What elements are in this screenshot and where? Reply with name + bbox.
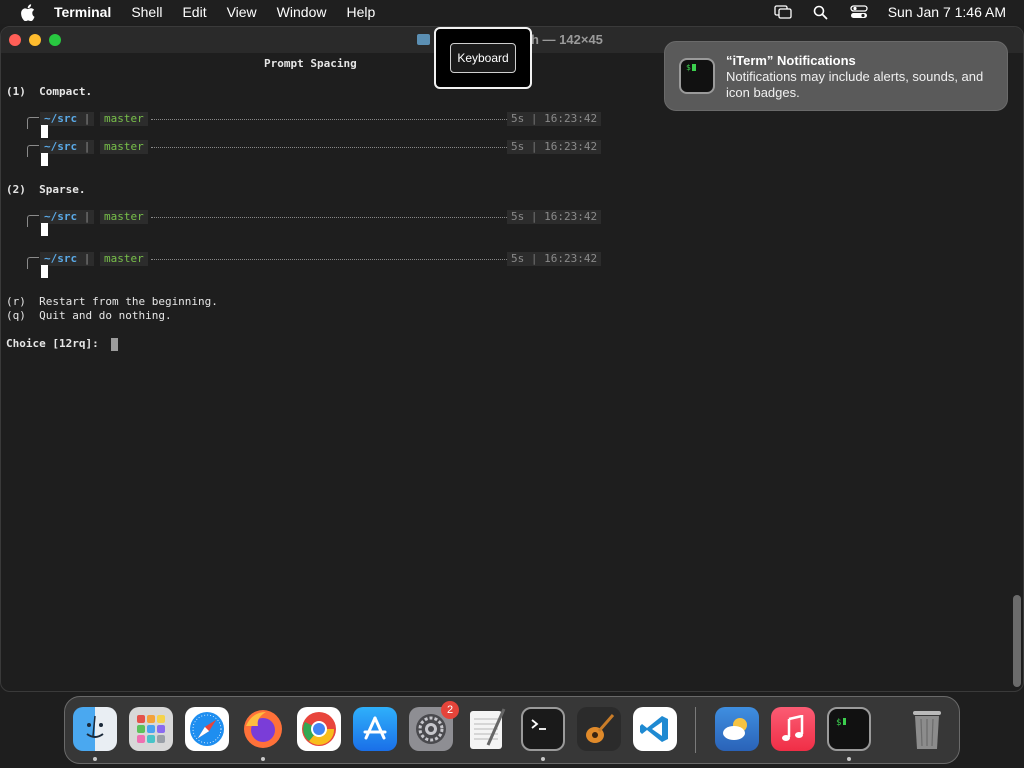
prompt-branch: master (100, 210, 148, 224)
firefox-icon[interactable] (241, 707, 285, 751)
running-indicator (93, 757, 97, 761)
prompt-preview: ~/src | master 5s | 16:23:42 (27, 112, 613, 129)
menu-shell[interactable]: Shell (121, 0, 172, 24)
garageband-icon[interactable] (577, 707, 621, 751)
prompt-time: 5s | 16:23:42 (507, 140, 602, 154)
prompt-dir: ~/src | (40, 210, 95, 224)
spotlight-search-icon[interactable] (812, 3, 830, 21)
menu-app-terminal[interactable]: Terminal (52, 0, 121, 24)
running-indicator (541, 757, 545, 761)
svg-text:$: $ (836, 718, 841, 728)
prompt-dir: ~/src | (40, 252, 95, 266)
iterm-icon[interactable]: $ (827, 707, 871, 751)
notification-badge: 2 (441, 701, 459, 719)
notification-title: “iTerm” Notifications (726, 53, 856, 68)
finder-icon[interactable] (73, 707, 117, 751)
menu-help[interactable]: Help (336, 0, 385, 24)
prompt-filler (151, 119, 527, 120)
prompt-cursor (41, 223, 48, 236)
prompt-time: 5s | 16:23:42 (507, 112, 602, 126)
menu-edit[interactable]: Edit (172, 0, 216, 24)
prompt-branch: master (100, 252, 148, 266)
window-title: h — 142×45 (531, 32, 603, 47)
dock: 2 $ (64, 696, 960, 764)
control-center-icon[interactable] (850, 3, 868, 21)
zoom-window-button[interactable] (49, 34, 61, 46)
iterm-app-icon: $ (679, 58, 715, 94)
music-icon[interactable] (771, 707, 815, 751)
prompt-cursor (41, 153, 48, 166)
prompt-filler (151, 217, 527, 218)
prompt-time: 5s | 16:23:42 (507, 210, 602, 224)
textedit-icon[interactable] (465, 707, 509, 751)
menu-view[interactable]: View (217, 0, 267, 24)
prompt-dir: ~/src | (40, 112, 95, 126)
app-store-icon[interactable] (353, 707, 397, 751)
terminal-window: h — 142×45 Prompt Spacing (1) Compact. ~… (0, 26, 1024, 692)
minimize-window-button[interactable] (29, 34, 41, 46)
input-cursor (111, 338, 118, 351)
running-indicator (847, 757, 851, 761)
prompt-cursor (41, 265, 48, 278)
trash-icon[interactable] (905, 707, 949, 751)
prompt-preview: ~/src | master 5s | 16:23:42 (27, 210, 613, 227)
choice-prompt: Choice [12rq]: (6, 337, 106, 350)
prompt-branch: master (100, 140, 148, 154)
scrollbar-thumb[interactable] (1013, 595, 1021, 687)
system-settings-icon[interactable]: 2 (409, 701, 459, 751)
keyboard-tooltip: Keyboard (434, 27, 532, 89)
menu-window[interactable]: Window (267, 0, 337, 24)
safari-icon[interactable] (185, 707, 229, 751)
prompt-preview: ~/src | master 5s | 16:23:42 (27, 252, 613, 269)
close-window-button[interactable] (9, 34, 21, 46)
screen-mirroring-icon[interactable] (774, 3, 792, 21)
prompt-filler (151, 147, 527, 148)
option-sparse: (2) Sparse. (6, 183, 86, 196)
notification-banner[interactable]: $ “iTerm” Notifications Notifications ma… (664, 41, 1008, 111)
prompt-time: 5s | 16:23:42 (507, 252, 602, 266)
prompt-frame-corner (27, 117, 39, 129)
notification-body: Notifications may include alerts, sounds… (726, 69, 984, 100)
launchpad-icon[interactable] (129, 707, 173, 751)
running-indicator (261, 757, 265, 761)
prompt-cursor (41, 125, 48, 138)
option-quit: (q) Quit and do nothing. (6, 309, 172, 322)
keyboard-button[interactable]: Keyboard (450, 43, 516, 73)
prompt-spacing-heading: Prompt Spacing (264, 57, 357, 70)
folder-icon (417, 34, 430, 45)
prompt-frame-corner (27, 215, 39, 227)
weather-icon[interactable] (715, 707, 759, 751)
menu-bar: Terminal Shell Edit View Window Help Sun… (0, 0, 1024, 24)
terminal-content[interactable]: Prompt Spacing (1) Compact. ~/src | mast… (6, 57, 1016, 687)
option-restart: (r) Restart from the beginning. (6, 295, 218, 308)
prompt-dir: ~/src | (40, 140, 95, 154)
prompt-preview: ~/src | master 5s | 16:23:42 (27, 140, 613, 157)
chrome-icon[interactable] (297, 707, 341, 751)
vscode-icon[interactable] (633, 707, 677, 751)
prompt-frame-corner (27, 145, 39, 157)
menubar-clock[interactable]: Sun Jan 7 1:46 AM (888, 4, 1006, 20)
terminal-icon[interactable] (521, 707, 565, 751)
option-compact: (1) Compact. (6, 85, 93, 98)
prompt-branch: master (100, 112, 148, 126)
dock-separator (695, 707, 696, 753)
prompt-frame-corner (27, 257, 39, 269)
apple-menu-icon[interactable] (18, 3, 36, 21)
prompt-filler (151, 259, 527, 260)
